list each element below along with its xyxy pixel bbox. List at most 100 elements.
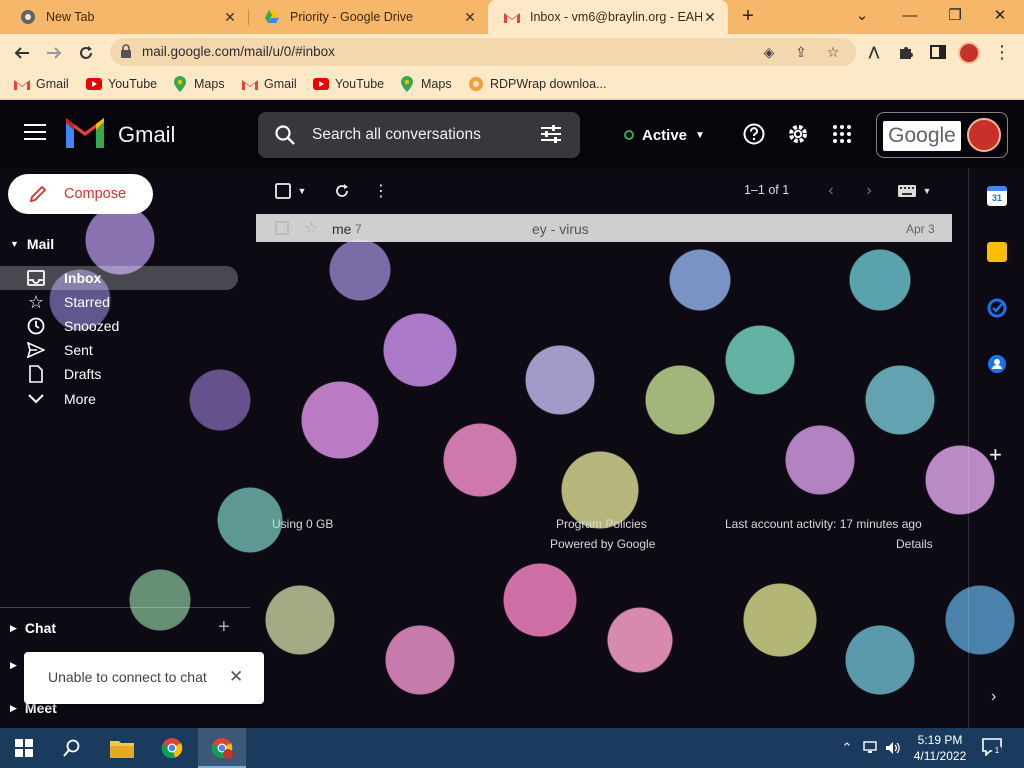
bookmarks-bar: Gmail YouTube Maps Gmail YouTube Maps RD…: [0, 70, 1024, 100]
caret-down-icon: ▼: [10, 239, 19, 249]
help-icon[interactable]: [742, 122, 766, 146]
network-icon[interactable]: [862, 739, 880, 757]
bookmark-rdpwrap[interactable]: RDPWrap downloa...: [468, 76, 607, 92]
bookmark-gmail-2[interactable]: Gmail: [242, 76, 297, 92]
contacts-icon[interactable]: [987, 354, 1007, 374]
install-app-icon[interactable]: ◈: [760, 43, 778, 61]
reload-button[interactable]: [73, 40, 99, 66]
notification-center-icon[interactable]: 1: [982, 738, 1004, 758]
close-icon[interactable]: ✕: [229, 667, 243, 687]
back-button[interactable]: [9, 40, 35, 66]
clock-icon: [26, 316, 46, 336]
details-link[interactable]: Details: [896, 537, 933, 551]
search-options-icon[interactable]: [540, 124, 564, 146]
sidebar-item-drafts[interactable]: Drafts: [0, 362, 238, 386]
volume-icon[interactable]: [884, 739, 902, 757]
side-panel-icon[interactable]: [928, 42, 948, 62]
search-icon[interactable]: [58, 734, 86, 762]
sidebar-item-label: Inbox: [64, 270, 102, 286]
calendar-icon[interactable]: 31: [987, 186, 1007, 206]
sidebar-item-more[interactable]: More: [0, 387, 238, 411]
youtube-icon: [86, 76, 102, 92]
extension-icon[interactable]: ⋀: [864, 42, 884, 62]
close-tab-icon[interactable]: ✕: [462, 9, 478, 25]
table-row[interactable]: ☆ me 7 ey - virus Apr 3: [256, 214, 952, 242]
keep-icon[interactable]: [987, 242, 1007, 262]
puzzle-extensions-icon[interactable]: [896, 42, 916, 62]
input-tools-dropdown-icon[interactable]: ▼: [916, 180, 938, 202]
google-account-button[interactable]: Google: [876, 112, 1008, 158]
expand-panel-chevron-icon[interactable]: ›: [991, 688, 996, 706]
send-icon: [26, 340, 46, 360]
bookmark-youtube[interactable]: YouTube: [86, 76, 157, 92]
account-avatar[interactable]: [967, 118, 1001, 152]
windows-start-icon[interactable]: [10, 734, 38, 762]
google-apps-icon[interactable]: [830, 122, 854, 146]
more-options-icon[interactable]: ⋮: [370, 180, 392, 202]
new-tab-button[interactable]: +: [736, 5, 760, 29]
email-checkbox[interactable]: [275, 221, 289, 235]
sidebar-item-sent[interactable]: Sent: [0, 338, 238, 362]
forward-button[interactable]: [41, 40, 67, 66]
lock-icon[interactable]: [120, 44, 134, 60]
sidebar-item-label: Snoozed: [64, 318, 120, 334]
sidebar-item-inbox[interactable]: Inbox: [0, 266, 238, 290]
tab-search-chevron-icon[interactable]: ⌄: [842, 4, 882, 28]
email-date: Apr 3: [906, 222, 935, 236]
close-window-button[interactable]: ✕: [980, 4, 1020, 28]
address-bar[interactable]: mail.google.com/mail/u/0/#inbox ◈ ⇪ ☆: [110, 38, 856, 66]
pencil-icon: [28, 184, 48, 204]
tab-google-drive[interactable]: Priority - Google Drive ✕: [248, 0, 488, 34]
bookmark-star-icon[interactable]: ☆: [824, 43, 842, 61]
refresh-icon[interactable]: [331, 180, 353, 202]
share-icon[interactable]: ⇪: [792, 43, 810, 61]
chrome-icon[interactable]: [158, 734, 186, 762]
bookmark-label: Maps: [194, 77, 225, 91]
file-explorer-icon[interactable]: [108, 734, 136, 762]
profile-avatar[interactable]: [958, 42, 980, 64]
chrome-profile-icon[interactable]: [208, 734, 236, 762]
bookmark-gmail[interactable]: Gmail: [14, 76, 69, 92]
search-icon[interactable]: [274, 124, 296, 146]
select-dropdown-icon[interactable]: ▼: [291, 180, 313, 202]
program-policies-link[interactable]: Program Policies: [556, 517, 647, 531]
tab-title: New Tab: [46, 10, 95, 24]
new-chat-plus-icon[interactable]: +: [218, 617, 236, 637]
sidebar-item-label: Sent: [64, 342, 93, 358]
mail-section-header[interactable]: ▼ Mail: [10, 236, 54, 252]
inbox-icon: [26, 268, 46, 288]
bookmark-maps-2[interactable]: Maps: [399, 76, 452, 92]
last-activity-text: Last account activity: 17 minutes ago: [725, 517, 922, 531]
tasks-icon[interactable]: [987, 298, 1007, 318]
taskbar-clock[interactable]: 5:19 PM 4/11/2022: [906, 732, 974, 764]
star-icon[interactable]: ☆: [304, 218, 318, 238]
sidebar-item-snoozed[interactable]: Snoozed: [0, 314, 238, 338]
close-tab-icon[interactable]: ✕: [222, 9, 238, 25]
mail-section-label: Mail: [26, 236, 55, 252]
chat-section-header[interactable]: ▶ Chat: [10, 620, 56, 636]
tab-gmail-inbox[interactable]: Inbox - vm6@braylin.org - EAHS ✕: [488, 0, 728, 34]
compose-button[interactable]: Compose: [8, 174, 153, 214]
minimize-button[interactable]: —: [890, 4, 930, 28]
show-hidden-icons-chevron-icon[interactable]: ⌃: [838, 739, 856, 757]
older-page-icon[interactable]: ‹: [820, 180, 842, 202]
caret-right-icon: ▶: [10, 622, 17, 633]
bookmark-maps[interactable]: Maps: [172, 76, 225, 92]
storage-usage: Using 0 GB: [272, 517, 334, 531]
spaces-section-header[interactable]: ▶: [10, 660, 25, 671]
close-tab-icon[interactable]: ✕: [702, 9, 718, 25]
keyboard-input-icon[interactable]: [896, 180, 918, 202]
newer-page-icon[interactable]: ›: [858, 180, 880, 202]
settings-gear-icon[interactable]: [786, 122, 810, 146]
status-button[interactable]: Active ▼: [612, 120, 717, 150]
gmail-logo-icon[interactable]: [66, 118, 104, 148]
get-addons-plus-icon[interactable]: +: [989, 442, 1002, 468]
search-input[interactable]: Search all conversations: [258, 112, 580, 158]
main-menu-icon[interactable]: [24, 124, 46, 142]
browser-menu-icon[interactable]: ⋮: [992, 42, 1012, 62]
sidebar-item-starred[interactable]: ☆ Starred: [0, 290, 238, 314]
restore-button[interactable]: ❐: [935, 4, 975, 28]
tab-new-tab[interactable]: New Tab ✕: [4, 0, 248, 34]
chat-error-toast: Unable to connect to chat ✕: [24, 652, 264, 704]
bookmark-youtube-2[interactable]: YouTube: [313, 76, 384, 92]
